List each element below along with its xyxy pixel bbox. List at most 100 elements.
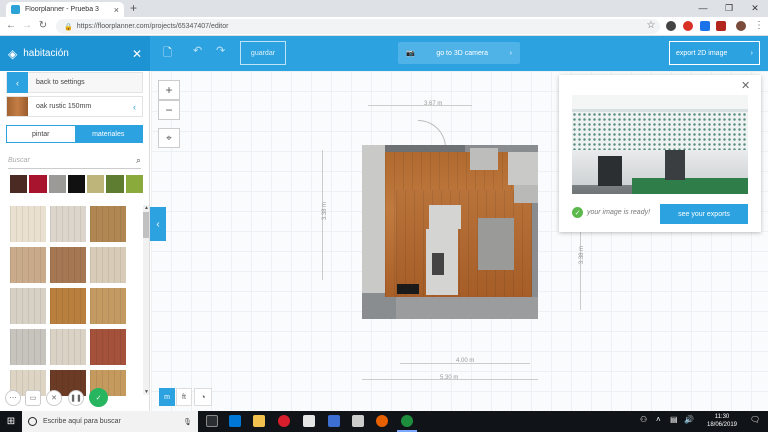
undo-icon[interactable]: ↶ (193, 44, 202, 57)
firefox-icon[interactable] (376, 415, 388, 427)
extension-icon[interactable] (716, 21, 726, 31)
color-swatch[interactable] (10, 175, 28, 193)
texture-tile[interactable] (90, 206, 126, 242)
scroll-up-icon[interactable]: ▲ (144, 205, 149, 211)
color-swatch[interactable] (106, 175, 124, 193)
sidebar-title: habitación (23, 48, 69, 59)
cooktop[interactable] (432, 253, 444, 275)
people-icon[interactable]: ⚇ (640, 415, 647, 424)
texture-tile[interactable] (50, 206, 86, 242)
chevron-left-icon[interactable]: ‹ (133, 102, 142, 112)
go-to-3d-camera-button[interactable]: 📷 go to 3D camera › (398, 42, 520, 64)
texture-tile[interactable] (50, 329, 86, 365)
texture-tile[interactable] (90, 329, 126, 365)
system-clock[interactable]: 11:30 18/06/2019 (700, 413, 744, 429)
notifications-icon[interactable]: 🗨 (750, 415, 760, 424)
search-zoom-icon[interactable]: ◔ (194, 388, 212, 406)
unit-meters-button[interactable]: m (159, 388, 175, 406)
extension-icon[interactable] (666, 21, 676, 31)
store-icon[interactable] (303, 415, 315, 427)
sidebar-scroll-thumb[interactable] (143, 212, 149, 238)
sidebar-close-icon[interactable]: ✕ (132, 47, 142, 61)
dimension-right: 3.38 m (579, 245, 586, 265)
window-close-button[interactable]: ✕ (742, 1, 768, 15)
texture-tile[interactable] (50, 247, 86, 283)
cancel-recording-icon[interactable]: ✕ (46, 390, 62, 406)
export-2d-image-button[interactable]: export 2D image › (669, 41, 760, 65)
color-swatch[interactable] (29, 175, 47, 193)
tab-materiales[interactable]: materiales (74, 126, 142, 142)
task-view-icon[interactable] (206, 415, 218, 427)
search-input[interactable]: Buscar (8, 157, 30, 164)
back-arrow-icon[interactable]: ← (4, 19, 18, 33)
menu-dots-icon[interactable]: ⋮ (752, 19, 766, 33)
unit-feet-button[interactable]: ft (176, 388, 192, 406)
texture-tile[interactable] (90, 247, 126, 283)
color-swatch[interactable] (67, 175, 86, 193)
edge-icon[interactable] (229, 415, 241, 427)
opera-icon[interactable] (278, 415, 290, 427)
material-search[interactable]: Buscar ⌕ (8, 152, 141, 169)
network-icon[interactable]: ▤ (670, 415, 678, 424)
camera-toggle-icon[interactable]: ▭ (25, 390, 41, 406)
windows-start-icon[interactable]: ⊞ (0, 411, 22, 432)
popup-close-icon[interactable]: ✕ (741, 79, 750, 92)
fridge[interactable] (470, 148, 498, 170)
texture-tile[interactable] (90, 288, 126, 324)
forward-arrow-icon[interactable]: → (20, 19, 34, 33)
confirm-check-icon[interactable]: ✓ (89, 388, 108, 407)
zoom-in-button[interactable]: + (158, 80, 180, 100)
minimize-button[interactable]: — (690, 1, 716, 15)
profile-avatar[interactable] (736, 21, 746, 31)
image-ready-text: your image is ready! (587, 209, 651, 216)
url-input[interactable]: 🔒 https://floorplanner.com/projects/6534… (56, 19, 660, 34)
color-swatch[interactable] (87, 175, 105, 193)
texture-tile[interactable] (10, 206, 46, 242)
texture-tile[interactable] (10, 329, 46, 365)
reload-icon[interactable]: ↻ (36, 19, 50, 33)
preview-floor (632, 178, 748, 194)
mail-icon[interactable] (328, 415, 340, 427)
more-options-icon[interactable]: ⋯ (5, 390, 21, 406)
appliance[interactable] (514, 185, 538, 203)
right-counter[interactable] (508, 152, 538, 185)
dining-table[interactable] (478, 218, 514, 270)
tray-chevron-icon[interactable]: ˄ (656, 415, 661, 424)
texture-tile[interactable] (10, 288, 46, 324)
selected-material-row[interactable]: oak rustic 150mm ‹ (6, 96, 143, 117)
file-explorer-icon[interactable] (253, 415, 265, 427)
collapse-sidebar-button[interactable]: ‹ (150, 207, 166, 241)
see-your-exports-button[interactable]: see your exports (660, 204, 748, 224)
color-swatch[interactable] (48, 175, 66, 193)
new-document-icon[interactable]: 🗋 (163, 44, 172, 63)
tab-pintar[interactable]: pintar (7, 126, 75, 142)
new-tab-button[interactable]: + (130, 2, 137, 15)
back-to-settings-button[interactable]: ‹ back to settings (6, 72, 143, 93)
chrome-icon[interactable] (401, 415, 413, 427)
search-icon[interactable]: ⌕ (136, 155, 141, 166)
left-counter[interactable] (362, 145, 385, 293)
clock-time: 11:30 (714, 414, 730, 420)
extension-icon[interactable] (700, 21, 710, 31)
taskbar-search[interactable]: Escribe aquí para buscar 🎙 (22, 411, 198, 432)
center-view-icon[interactable]: ⌖ (158, 128, 180, 148)
texture-tile[interactable] (50, 288, 86, 324)
pause-icon[interactable]: ❚❚ (68, 390, 84, 406)
color-swatch[interactable] (125, 175, 143, 193)
extension-icon[interactable] (683, 21, 693, 31)
tab-close-icon[interactable]: × (114, 5, 119, 15)
redo-icon[interactable]: ↷ (216, 44, 225, 57)
volume-icon[interactable]: 🔊 (684, 415, 694, 424)
zoom-out-button[interactable]: − (158, 100, 180, 120)
bookmark-star-icon[interactable]: ☆ (644, 19, 658, 33)
taskbar-search-input[interactable]: Escribe aquí para buscar (43, 418, 121, 425)
texture-tile[interactable] (10, 247, 46, 283)
microphone-icon[interactable]: 🎙 (183, 418, 198, 426)
chevron-right-icon: › (750, 49, 753, 57)
island-top[interactable] (429, 205, 461, 229)
save-button[interactable]: guardar (240, 41, 286, 65)
scroll-down-icon[interactable]: ▼ (144, 389, 149, 395)
chat-icon[interactable] (352, 415, 364, 427)
browser-tab[interactable]: Floorplanner - Prueba 3 × (6, 2, 124, 17)
maximize-button[interactable]: ❐ (716, 1, 742, 15)
